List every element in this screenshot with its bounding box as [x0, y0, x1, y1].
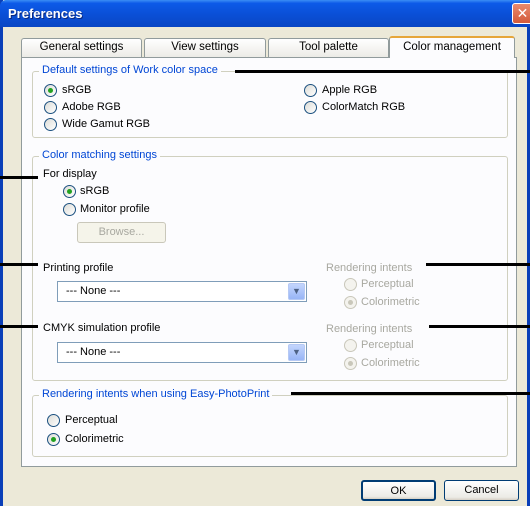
tab-label: Color management — [403, 41, 501, 53]
radio-srgb-label: sRGB — [62, 84, 92, 96]
chevron-down-icon: ▼ — [288, 283, 305, 300]
radio-easy-perceptual[interactable] — [47, 414, 60, 427]
easy-photoprint-group: Rendering intents when using Easy-PhotoP… — [32, 388, 508, 457]
radio-printing-perceptual[interactable] — [344, 278, 357, 291]
callout-line — [0, 176, 38, 179]
radio-monitor-profile-label: Monitor profile — [80, 203, 150, 215]
ok-button[interactable]: OK — [361, 480, 436, 501]
radio-colormatch-rgb[interactable] — [304, 101, 317, 114]
radio-srgb[interactable] — [44, 84, 57, 97]
radio-apple-rgb[interactable] — [304, 84, 317, 97]
radio-printing-colorimetric[interactable] — [344, 296, 357, 309]
callout-line — [429, 325, 530, 328]
radio-cmyk-colorimetric[interactable] — [344, 357, 357, 370]
radio-apple-rgb-label: Apple RGB — [322, 84, 378, 96]
tab-bar: General settings View settings Tool pale… — [21, 36, 517, 58]
cancel-button[interactable]: Cancel — [444, 480, 519, 501]
work-color-space-legend: Default settings of Work color space — [39, 64, 221, 76]
ok-button-label: OK — [390, 485, 407, 497]
title-bar[interactable]: Preferences ✕ — [0, 0, 530, 27]
tab-label: View settings — [171, 41, 239, 53]
window-title: Preferences — [8, 6, 83, 21]
work-color-space-group: Default settings of Work color space sRG… — [32, 64, 508, 138]
color-matching-group: Color matching settings For display sRGB… — [32, 149, 508, 381]
printing-intents-label: Rendering intents — [326, 262, 413, 274]
printing-profile-select[interactable]: --- None --- ▼ — [57, 281, 307, 302]
preferences-window: Preferences ✕ General settings View sett… — [0, 0, 530, 506]
cmyk-intents-label: Rendering intents — [326, 323, 413, 335]
radio-printing-colorimetric-label: Colorimetric — [361, 296, 420, 308]
radio-display-srgb[interactable] — [63, 185, 76, 198]
tab-label: General settings — [39, 41, 124, 53]
tab-color-management[interactable]: Color management — [389, 36, 515, 58]
radio-colormatch-rgb-label: ColorMatch RGB — [322, 101, 406, 113]
radio-cmyk-perceptual[interactable] — [344, 339, 357, 352]
printing-profile-value: --- None --- — [66, 285, 121, 297]
radio-adobe-rgb-label: Adobe RGB — [62, 101, 121, 113]
tab-general-settings[interactable]: General settings — [21, 38, 142, 57]
radio-easy-perceptual-label: Perceptual — [65, 414, 118, 426]
color-matching-legend: Color matching settings — [39, 149, 160, 161]
radio-adobe-rgb[interactable] — [44, 101, 57, 114]
close-icon: ✕ — [516, 5, 529, 21]
callout-line — [0, 325, 38, 328]
radio-easy-colorimetric[interactable] — [47, 433, 60, 446]
easy-photoprint-legend: Rendering intents when using Easy-PhotoP… — [39, 388, 273, 400]
callout-line — [0, 263, 38, 266]
browse-button-label: Browse... — [98, 226, 145, 238]
chevron-down-icon: ▼ — [288, 344, 305, 361]
tab-view-settings[interactable]: View settings — [144, 38, 266, 57]
radio-easy-colorimetric-label: Colorimetric — [65, 433, 124, 445]
browse-button[interactable]: Browse... — [77, 222, 166, 243]
cmyk-profile-label: CMYK simulation profile — [43, 322, 161, 334]
cancel-button-label: Cancel — [464, 484, 499, 496]
callout-line — [291, 392, 530, 395]
callout-line — [235, 70, 530, 73]
radio-printing-perceptual-label: Perceptual — [361, 278, 414, 290]
color-management-panel: Default settings of Work color space sRG… — [21, 57, 517, 467]
radio-wide-gamut-rgb[interactable] — [44, 118, 57, 131]
tab-tool-palette[interactable]: Tool palette — [268, 38, 389, 57]
radio-cmyk-perceptual-label: Perceptual — [361, 339, 414, 351]
cmyk-profile-select[interactable]: --- None --- ▼ — [57, 342, 307, 363]
radio-wide-gamut-rgb-label: Wide Gamut RGB — [62, 118, 151, 130]
radio-cmyk-colorimetric-label: Colorimetric — [361, 357, 420, 369]
printing-profile-label: Printing profile — [43, 262, 114, 274]
callout-line — [426, 263, 530, 266]
radio-monitor-profile[interactable] — [63, 203, 76, 216]
tab-label: Tool palette — [299, 41, 358, 53]
radio-display-srgb-label: sRGB — [80, 185, 110, 197]
for-display-label: For display — [43, 168, 97, 180]
cmyk-profile-value: --- None --- — [66, 346, 121, 358]
close-button[interactable]: ✕ — [512, 3, 530, 24]
